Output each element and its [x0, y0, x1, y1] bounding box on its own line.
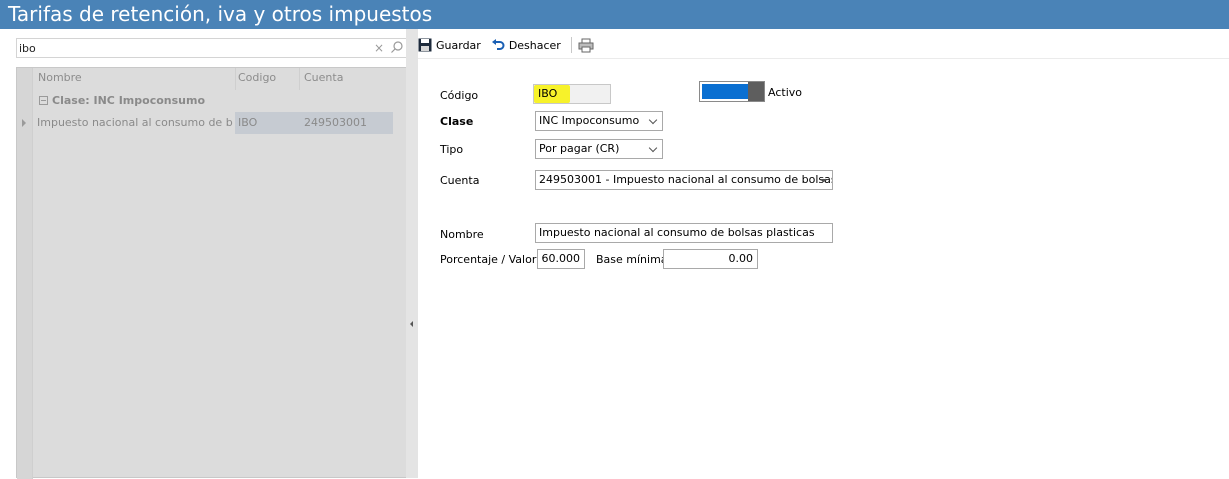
clase-value: INC Impoconsumo	[539, 114, 640, 127]
group-row[interactable]: Clase: INC Impoconsumo	[39, 94, 205, 107]
chevron-down-icon[interactable]	[648, 143, 658, 153]
tipo-select[interactable]: Por pagar (CR)	[535, 139, 663, 159]
save-icon	[418, 38, 432, 52]
save-label: Guardar	[436, 38, 481, 52]
clear-icon[interactable]: ×	[374, 41, 384, 55]
column-header-codigo[interactable]: Codigo	[238, 71, 276, 84]
table-row[interactable]: Impuesto nacional al consumo de b... IBO…	[34, 112, 407, 134]
panel-splitter[interactable]	[406, 29, 418, 478]
cuenta-select[interactable]: 249503001 - Impuesto nacional al consumo…	[535, 170, 833, 190]
toolbar-divider	[570, 37, 572, 53]
toggle-thumb[interactable]	[748, 82, 764, 101]
printer-icon	[578, 38, 594, 52]
window-title: Tarifas de retención, iva y otros impues…	[0, 0, 1229, 29]
cell-cuenta[interactable]: 249503001	[299, 112, 393, 134]
activo-label: Activo	[768, 86, 802, 99]
clase-select[interactable]: INC Impoconsumo	[535, 111, 663, 131]
nombre-field[interactable]: Impuesto nacional al consumo de bolsas p…	[535, 223, 833, 243]
collapse-icon[interactable]	[39, 96, 48, 105]
print-button[interactable]	[578, 38, 598, 53]
results-grid[interactable]: Nombre Codigo Cuenta Clase: INC Impocons…	[16, 67, 407, 479]
codigo-label: Código	[440, 89, 479, 102]
column-divider	[299, 68, 300, 90]
collapse-arrow-icon[interactable]	[410, 321, 413, 327]
toolbar: Guardar Deshacer	[418, 34, 608, 56]
undo-label: Deshacer	[508, 38, 561, 52]
codigo-value[interactable]: IBO	[534, 85, 570, 103]
cuenta-value: 249503001 - Impuesto nacional al consumo…	[539, 173, 833, 186]
save-button[interactable]: Guardar	[418, 38, 481, 52]
cell-nombre[interactable]: Impuesto nacional al consumo de b...	[34, 112, 233, 134]
column-header-nombre[interactable]: Nombre	[38, 71, 82, 84]
porcentaje-field[interactable]: 60.000	[537, 249, 585, 269]
tipo-value: Por pagar (CR)	[539, 142, 620, 155]
column-header-cuenta[interactable]: Cuenta	[304, 71, 343, 84]
undo-icon	[491, 39, 505, 50]
group-label: Clase: INC Impoconsumo	[52, 94, 205, 107]
cuenta-label: Cuenta	[440, 174, 480, 187]
toolbar-divider-line	[418, 58, 1229, 59]
dropdown-arrow-icon[interactable]	[821, 179, 827, 182]
codigo-field[interactable]: IBO	[533, 84, 611, 104]
row-indicator-column	[17, 68, 33, 479]
search-box[interactable]: ×	[16, 38, 407, 58]
base-minima-label: Base mínima	[596, 253, 668, 266]
chevron-down-icon[interactable]	[648, 115, 658, 125]
search-input[interactable]	[19, 40, 369, 56]
base-minima-field[interactable]: 0.00	[663, 249, 758, 269]
search-icon[interactable]	[389, 39, 405, 55]
row-indicator-arrow-icon	[22, 119, 26, 127]
column-divider	[235, 68, 236, 90]
undo-button[interactable]: Deshacer	[491, 38, 561, 52]
porcentaje-label: Porcentaje / Valor	[440, 253, 537, 266]
toggle-fill	[702, 84, 748, 99]
cell-codigo[interactable]: IBO	[235, 112, 299, 134]
activo-toggle[interactable]	[699, 81, 765, 102]
clase-label: Clase	[440, 115, 474, 128]
left-panel: × Nombre Codigo Cuenta Clase: INC Impoco…	[4, 29, 407, 479]
nombre-label: Nombre	[440, 228, 484, 241]
tipo-label: Tipo	[440, 143, 464, 156]
